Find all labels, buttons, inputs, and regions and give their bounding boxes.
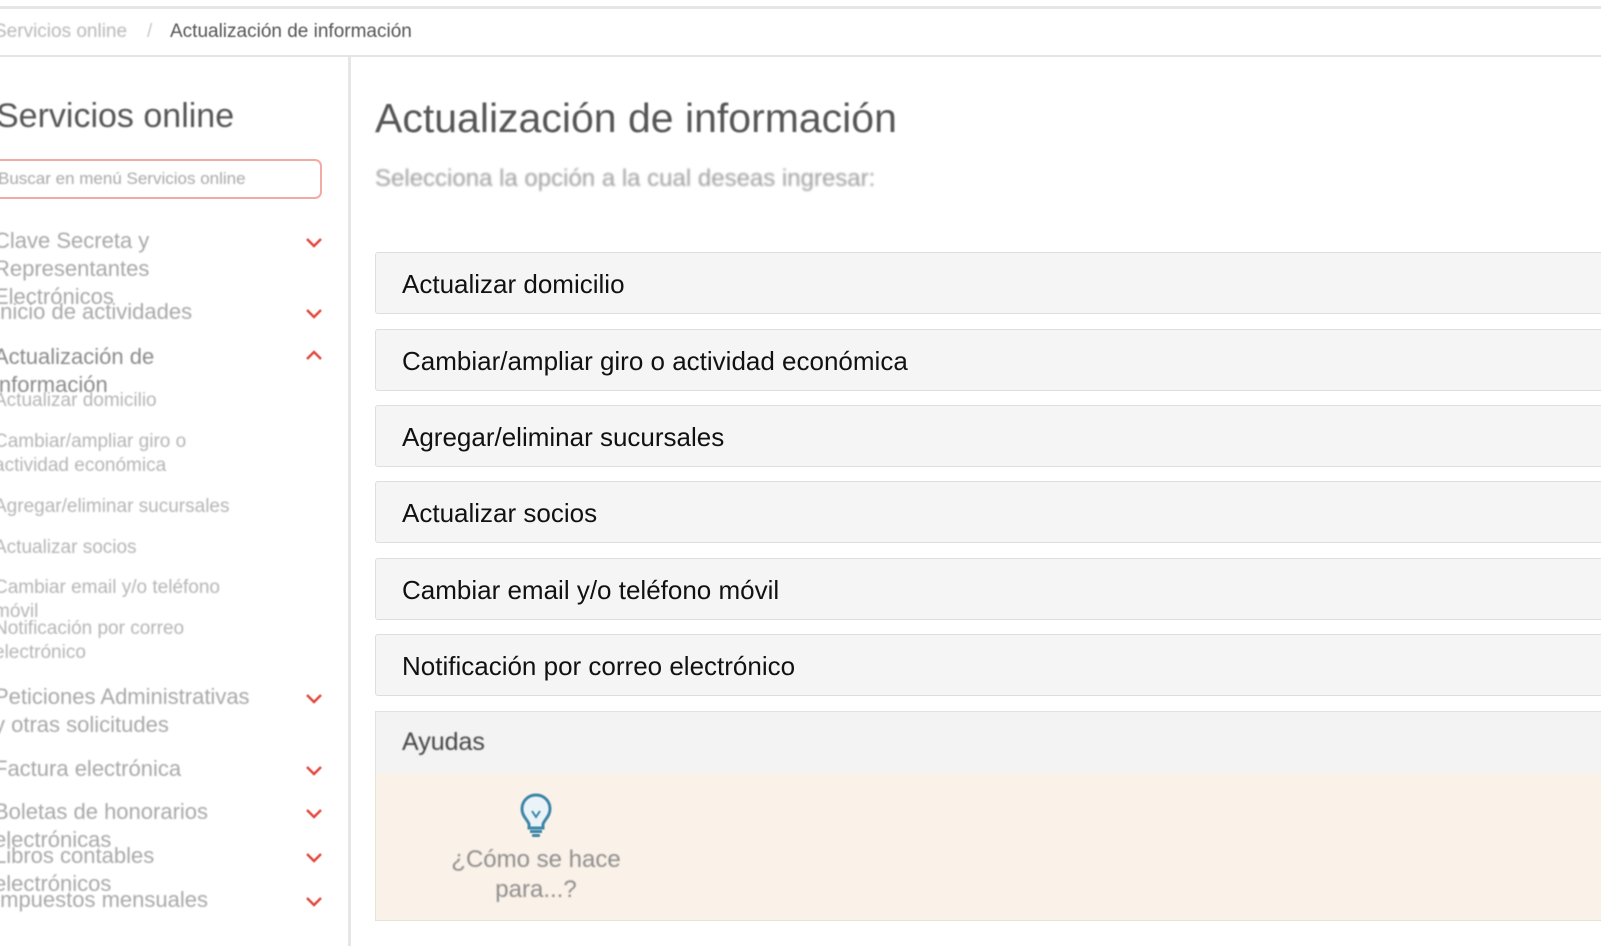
sidebar-item-inicio-actividades[interactable]: Inicio de actividades bbox=[0, 298, 264, 326]
chevron-down-icon[interactable] bbox=[305, 852, 323, 864]
sidebar-search bbox=[0, 159, 322, 199]
sidebar-subitem-sucursales[interactable]: Agregar/eliminar sucursales bbox=[0, 495, 254, 519]
page-title: Actualización de información bbox=[375, 95, 897, 141]
page-subtitle: Selecciona la opción a la cual deseas in… bbox=[375, 165, 876, 192]
chevron-down-icon[interactable] bbox=[305, 693, 323, 705]
chevron-down-icon[interactable] bbox=[305, 237, 323, 249]
chevron-down-icon[interactable] bbox=[305, 765, 323, 777]
help-link-label: ¿Cómo se hace para...? bbox=[451, 846, 621, 903]
option-label: Cambiar/ampliar giro o actividad económi… bbox=[402, 346, 908, 376]
sidebar-title: Servicios online bbox=[0, 97, 235, 135]
option-notificacion-correo[interactable]: Notificación por correo electrónico bbox=[375, 634, 1601, 696]
sidebar-item-factura[interactable]: Factura electrónica bbox=[0, 755, 264, 783]
option-cambiar-giro[interactable]: Cambiar/ampliar giro o actividad económi… bbox=[375, 329, 1601, 391]
option-cambiar-email[interactable]: Cambiar email y/o teléfono móvil bbox=[375, 558, 1601, 620]
option-label: Cambiar email y/o teléfono móvil bbox=[402, 575, 780, 605]
option-label: Actualizar socios bbox=[402, 498, 598, 528]
chevron-down-icon[interactable] bbox=[305, 896, 323, 908]
main-content: Actualización de información Selecciona … bbox=[351, 57, 1601, 946]
help-panel: ¿Cómo se hace para...? bbox=[375, 773, 1601, 921]
breadcrumb-current: Actualización de información bbox=[170, 21, 412, 42]
breadcrumb: Servicios online / Actualización de info… bbox=[0, 9, 1601, 57]
option-label: Actualizar domicilio bbox=[402, 269, 625, 299]
help-heading-label: Ayudas bbox=[402, 728, 485, 756]
help-how-to-link[interactable]: ¿Cómo se hace para...? bbox=[436, 791, 636, 905]
chevron-down-icon[interactable] bbox=[305, 308, 323, 320]
lightbulb-icon bbox=[520, 793, 552, 837]
sidebar-item-peticiones[interactable]: Peticiones Administrativas y otras solic… bbox=[0, 683, 264, 739]
option-actualizar-socios[interactable]: Actualizar socios bbox=[375, 481, 1601, 543]
chevron-down-icon[interactable] bbox=[305, 808, 323, 820]
page: Servicios online / Actualización de info… bbox=[0, 0, 1601, 946]
breadcrumb-separator: / bbox=[147, 21, 153, 42]
sidebar-item-impuestos[interactable]: Impuestos mensuales bbox=[0, 886, 264, 914]
sidebar: Servicios online Clave Secreta y Represe… bbox=[0, 57, 349, 946]
sidebar-subitem-domicilio[interactable]: Actualizar domicilio bbox=[0, 389, 254, 413]
option-label: Agregar/eliminar sucursales bbox=[402, 422, 725, 452]
option-agregar-sucursales[interactable]: Agregar/eliminar sucursales bbox=[375, 405, 1601, 467]
sidebar-subitem-giro[interactable]: Cambiar/ampliar giro o actividad económi… bbox=[0, 430, 254, 478]
breadcrumb-link-servicios[interactable]: Servicios online bbox=[0, 21, 127, 43]
help-heading: Ayudas bbox=[375, 711, 1601, 773]
sidebar-search-input[interactable] bbox=[0, 161, 320, 197]
sidebar-subitem-notificacion[interactable]: Notificación por correo electrónico bbox=[0, 617, 254, 665]
option-actualizar-domicilio[interactable]: Actualizar domicilio bbox=[375, 252, 1601, 314]
chevron-up-icon[interactable] bbox=[305, 349, 323, 361]
option-label: Notificación por correo electrónico bbox=[402, 651, 796, 681]
sidebar-subitem-socios[interactable]: Actualizar socios bbox=[0, 536, 254, 560]
